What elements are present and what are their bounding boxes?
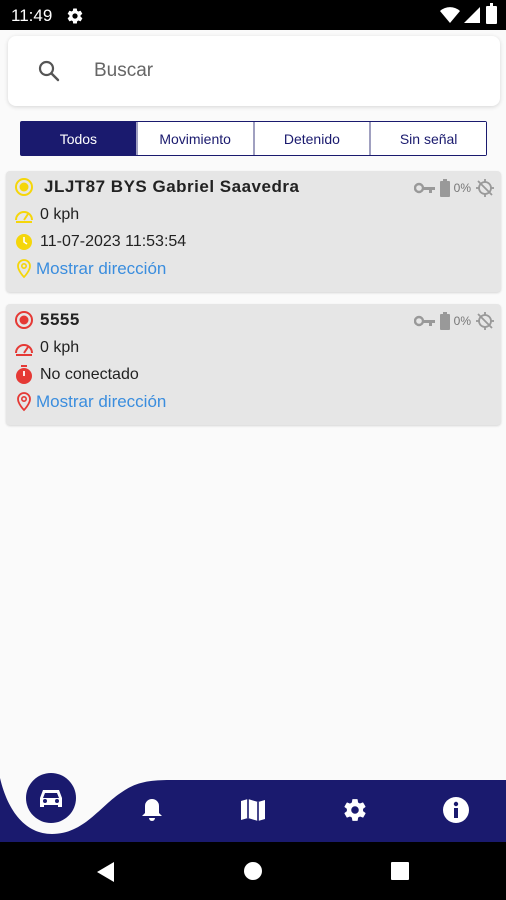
tab-movimiento[interactable]: Movimiento (137, 122, 255, 155)
location-pin-icon (14, 392, 34, 412)
bell-icon[interactable] (138, 796, 166, 824)
signal-icon (464, 7, 480, 23)
battery-icon (486, 3, 497, 24)
battery-percent: 0% (453, 181, 471, 195)
tab-sin-senal[interactable]: Sin señal (371, 122, 486, 155)
speedometer-icon (14, 338, 34, 358)
info-icon[interactable] (442, 796, 470, 824)
vehicle-name: 5555 (40, 310, 80, 329)
stopwatch-icon (14, 365, 34, 385)
speedometer-icon (14, 205, 34, 225)
status-time: 11:49 (11, 6, 53, 25)
vehicles-nav-button[interactable] (26, 773, 76, 823)
vehicle-card[interactable]: JLJT87 BYS Gabriel Saavedra 0% 0 kph 11-… (6, 171, 501, 292)
search-bar (8, 36, 500, 106)
system-navigation-bar (0, 842, 506, 900)
gps-off-icon (476, 179, 494, 197)
tab-detenido[interactable]: Detenido (254, 122, 372, 155)
vehicle-speed: 0 kph (40, 206, 80, 223)
bottom-navigation (0, 778, 506, 842)
search-icon (38, 60, 60, 82)
filter-tabs: Todos Movimiento Detenido Sin señal (20, 121, 487, 156)
status-dot-icon (14, 177, 34, 197)
car-icon (40, 790, 62, 807)
tab-todos[interactable]: Todos (21, 122, 138, 155)
location-pin-icon (14, 259, 34, 279)
settings-status-icon (67, 8, 83, 24)
vehicle-indicators: 0% (413, 311, 495, 331)
show-address-link[interactable]: Mostrar dirección (36, 392, 166, 412)
status-dot-icon (14, 310, 34, 330)
vehicle-card[interactable]: 5555 0% 0 kph No conectado Mostrar direc… (6, 304, 501, 425)
recents-icon[interactable] (390, 861, 410, 881)
status-bar: 11:49 (0, 0, 506, 30)
vehicle-status: No conectado (40, 366, 139, 383)
back-icon[interactable] (96, 861, 116, 883)
vehicle-indicators: 0% (413, 178, 495, 198)
home-icon[interactable] (243, 861, 263, 881)
vehicle-timestamp: 11-07-2023 11:53:54 (40, 233, 187, 250)
battery-level-icon (439, 179, 450, 197)
search-input[interactable] (94, 54, 474, 88)
clock-icon (14, 232, 34, 252)
gear-icon[interactable] (341, 796, 369, 824)
wifi-icon (440, 7, 460, 23)
vehicle-speed: 0 kph (40, 339, 80, 356)
battery-percent: 0% (453, 314, 471, 328)
show-address-link[interactable]: Mostrar dirección (36, 259, 166, 279)
gps-off-icon (476, 312, 494, 330)
key-icon (413, 182, 435, 194)
map-icon[interactable] (239, 796, 267, 824)
vehicle-name: JLJT87 BYS Gabriel Saavedra (44, 177, 300, 196)
key-icon (413, 315, 435, 327)
battery-level-icon (439, 312, 450, 330)
